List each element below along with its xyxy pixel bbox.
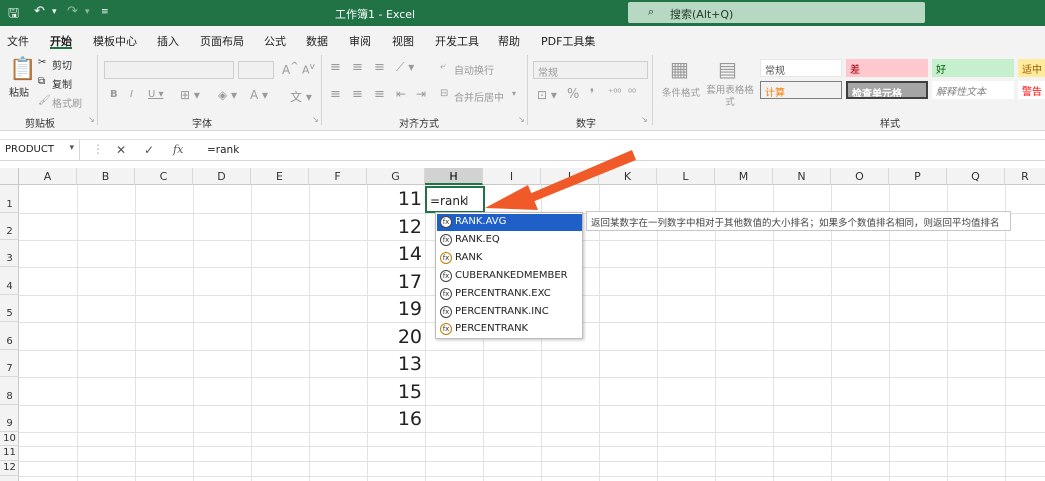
arrow-shaft (527, 150, 636, 203)
arrow-head (485, 185, 538, 210)
annotation-arrow-icon (485, 150, 636, 210)
